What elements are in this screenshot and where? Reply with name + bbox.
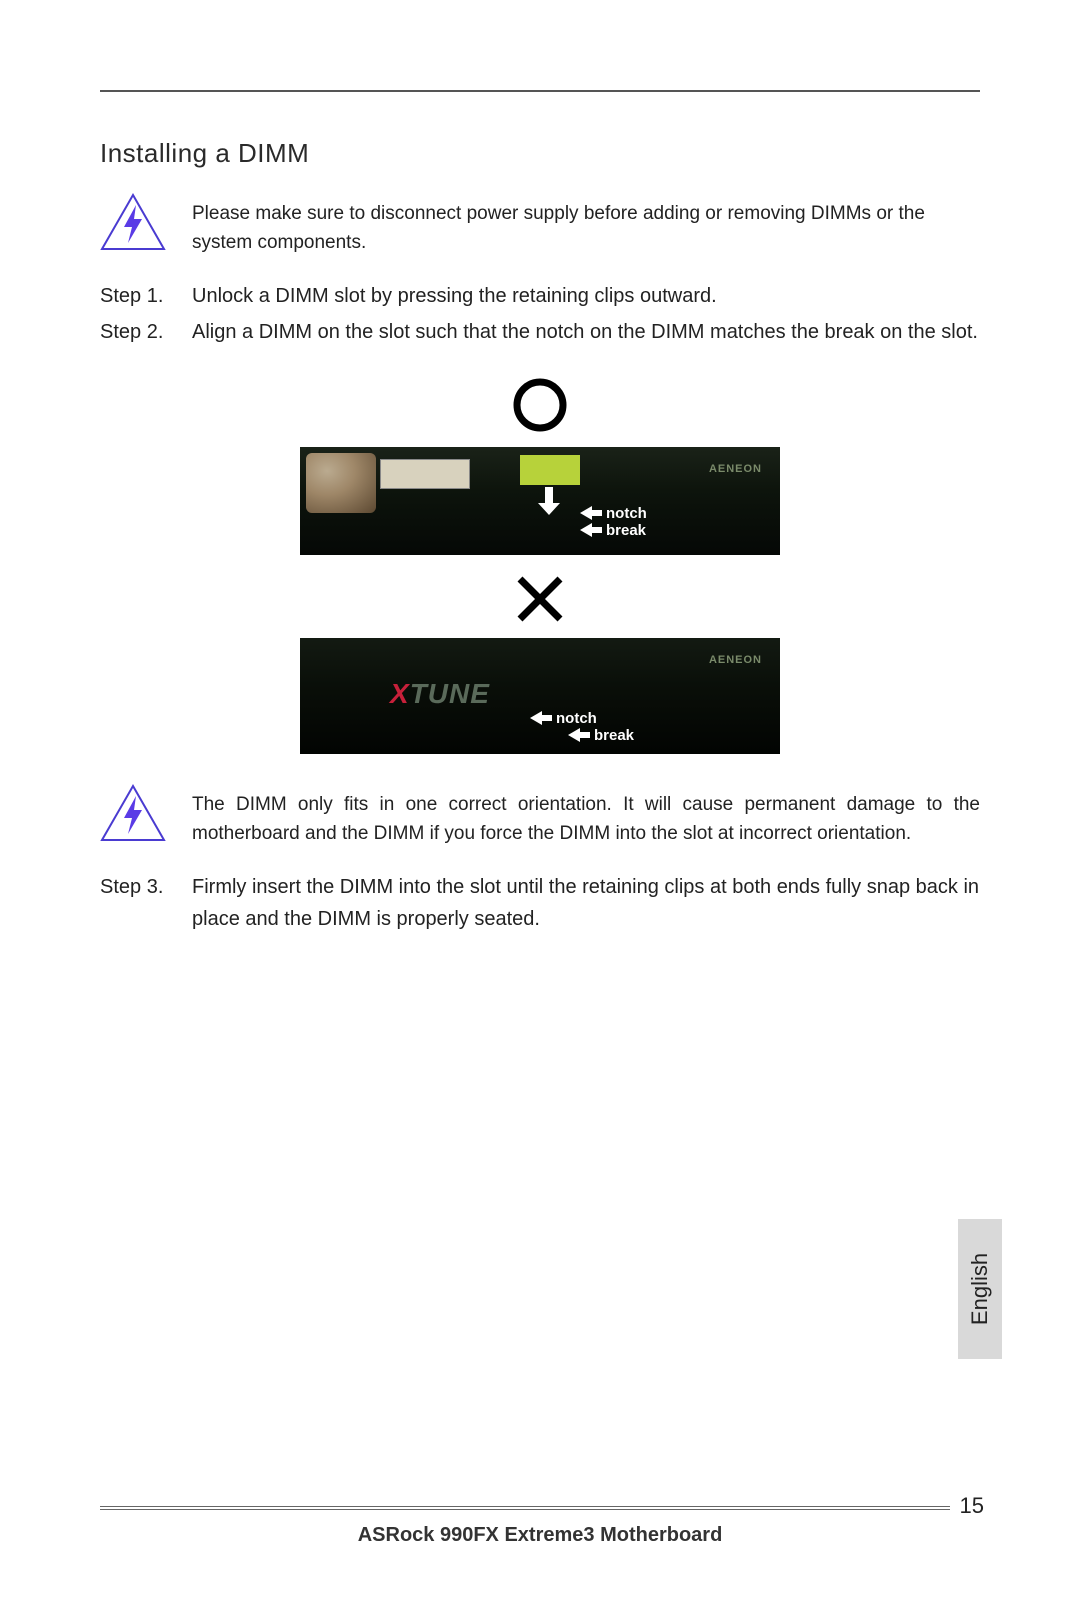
steps-list-a: Step 1. Unlock a DIMM slot by pressing t… — [100, 280, 980, 348]
warning-block-2: The DIMM only fits in one correct orient… — [100, 784, 980, 849]
step-label: Step 1. — [100, 280, 192, 312]
bottom-divider: 15 — [100, 1506, 980, 1510]
dimm-photo-incorrect: AENEON XTUNE notch break — [300, 638, 780, 754]
step-label: Step 3. — [100, 871, 192, 935]
step-body: Firmly insert the DIMM into the slot unt… — [192, 871, 980, 935]
thumb-illustration — [306, 453, 376, 513]
section-title: Installing a DIMM — [100, 138, 980, 169]
arrow-left-icon — [580, 523, 602, 537]
steps-list-b: Step 3. Firmly insert the DIMM into the … — [100, 871, 980, 935]
break-label: break — [606, 522, 646, 539]
language-tab: English — [958, 1219, 1002, 1359]
notch-label: notch — [606, 505, 647, 522]
step-item: Step 3. Firmly insert the DIMM into the … — [100, 871, 980, 935]
arrow-left-icon — [568, 728, 590, 742]
incorrect-mark-icon — [300, 573, 780, 630]
language-label: English — [967, 1253, 993, 1325]
step-body: Unlock a DIMM slot by pressing the retai… — [192, 280, 980, 312]
lightning-warning-icon — [100, 784, 166, 844]
notch-break-labels: notch break — [580, 505, 647, 539]
lightning-warning-icon — [100, 193, 166, 253]
footer: 15 ASRock 990FX Extreme3 Motherboard — [100, 1506, 980, 1547]
top-divider — [100, 90, 980, 92]
xtune-logo: XTUNE — [390, 678, 490, 710]
brand-text: AENEON — [709, 654, 762, 666]
arrow-left-icon — [580, 506, 602, 520]
step-body: Align a DIMM on the slot such that the n… — [192, 316, 980, 348]
page-content: Installing a DIMM Please make sure to di… — [100, 90, 980, 1559]
page-number: 15 — [950, 1493, 984, 1519]
correct-mark-icon — [300, 376, 780, 439]
figure-block: AENEON notch break — [300, 376, 780, 754]
ram-sticker — [520, 455, 580, 485]
dimm-photo-correct: AENEON notch break — [300, 447, 780, 555]
warning-text-2: The DIMM only fits in one correct orient… — [192, 784, 980, 849]
notch-break-labels: notch break — [530, 710, 634, 744]
warning-text-1: Please make sure to disconnect power sup… — [192, 193, 980, 258]
step-item: Step 2. Align a DIMM on the slot such th… — [100, 316, 980, 348]
brand-text: AENEON — [709, 463, 762, 475]
arrow-down-icon — [536, 487, 562, 522]
step-label: Step 2. — [100, 316, 192, 348]
ram-label — [380, 459, 470, 489]
step-item: Step 1. Unlock a DIMM slot by pressing t… — [100, 280, 980, 312]
notch-label: notch — [556, 710, 597, 727]
arrow-left-icon — [530, 711, 552, 725]
footer-product: ASRock 990FX Extreme3 Motherboard — [100, 1524, 980, 1547]
warning-block-1: Please make sure to disconnect power sup… — [100, 193, 980, 258]
break-label: break — [594, 727, 634, 744]
